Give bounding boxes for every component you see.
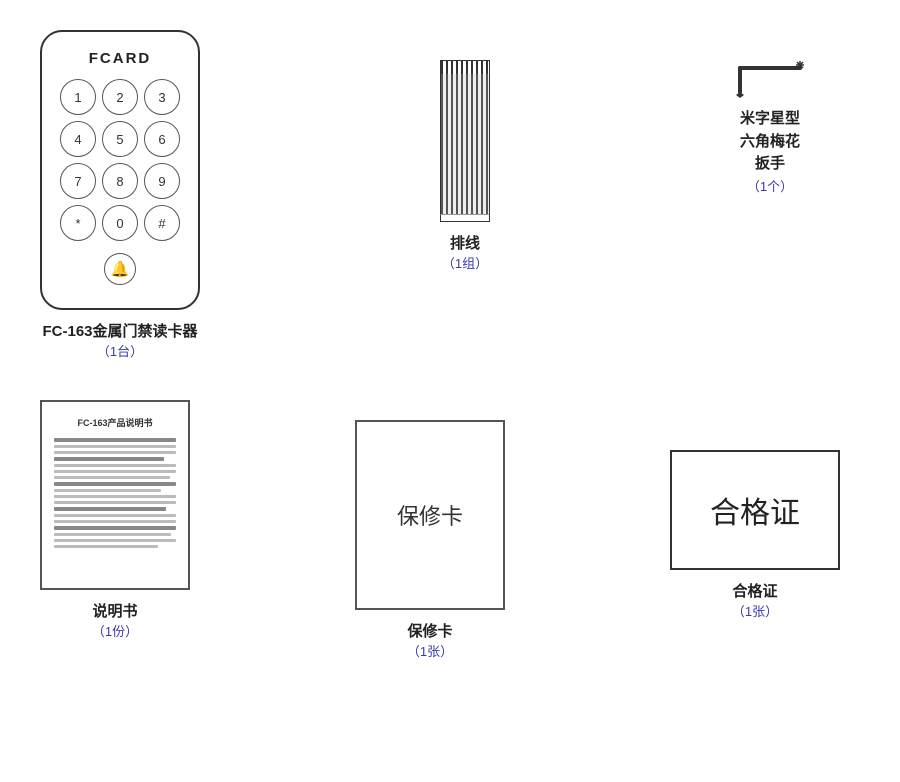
certificate-inner-text: 合格证 [710,488,800,532]
manual-quantity: （1份） [92,621,138,640]
key-5: 5 [102,121,138,157]
warranty-label: 保修卡 [407,620,452,641]
manual-image: FC-163产品说明书 [40,400,190,590]
card-reader-quantity: （1台） [97,341,143,360]
wrench-image-container: 米字星型 六角梅花 扳手 （1个） [710,40,830,195]
wrench-label: 米字星型 六角梅花 扳手 [740,108,800,176]
top-row: FCARD 1 2 3 4 5 6 7 8 9 * 0 # 🔔 FC-163金属 [40,30,860,360]
brand-label: FCARD [89,50,152,67]
ribbon-body [440,74,490,214]
ribbon-label: 排线 [450,232,480,253]
key-0: 0 [102,205,138,241]
manual-lines [54,438,176,548]
manual-block: FC-163产品说明书 [40,400,190,640]
key-4: 4 [60,121,96,157]
ribbon-block: 排线 （1组） [435,60,495,272]
ribbon-top [440,60,490,74]
wrench-quantity: （1个） [747,176,793,195]
certificate-image: 合格证 [670,450,840,570]
bell-icon: 🔔 [104,253,136,285]
key-3: 3 [144,79,180,115]
card-reader-image: FCARD 1 2 3 4 5 6 7 8 9 * 0 # 🔔 [40,30,200,310]
manual-book-title: FC-163产品说明书 [54,416,176,429]
key-8: 8 [102,163,138,199]
card-reader-block: FCARD 1 2 3 4 5 6 7 8 9 * 0 # 🔔 FC-163金属 [40,30,200,360]
wrench-svg [730,40,810,100]
manual-label: 说明书 [92,600,137,621]
warranty-quantity: （1张） [407,641,453,660]
warranty-image: 保修卡 [355,420,505,610]
keypad: 1 2 3 4 5 6 7 8 9 * 0 # [60,79,180,241]
key-star: * [60,205,96,241]
wrench-image [730,40,810,100]
key-7: 7 [60,163,96,199]
ribbon-bottom [440,214,490,222]
certificate-block: 合格证 合格证 （1张） [670,450,840,620]
key-2: 2 [102,79,138,115]
key-hash: # [144,205,180,241]
warranty-card-inner-text: 保修卡 [397,499,463,531]
warranty-block: 保修卡 保修卡 （1张） [355,420,505,660]
key-1: 1 [60,79,96,115]
key-9: 9 [144,163,180,199]
page: FCARD 1 2 3 4 5 6 7 8 9 * 0 # 🔔 FC-163金属 [0,0,900,782]
ribbon-image [435,60,495,222]
key-6: 6 [144,121,180,157]
bottom-row: FC-163产品说明书 [40,400,860,660]
certificate-label: 合格证 [732,580,777,601]
wrench-block: 米字星型 六角梅花 扳手 （1个） [710,40,830,195]
card-reader-label: FC-163金属门禁读卡器 [42,320,197,341]
ribbon-quantity: （1组） [442,253,488,272]
certificate-quantity: （1张） [732,601,778,620]
